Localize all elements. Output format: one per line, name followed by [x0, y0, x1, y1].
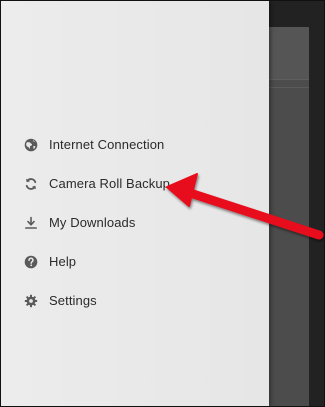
menu-item-label: Settings [49, 293, 97, 308]
screen-frame: Internet Connection Camera Roll Backup M… [0, 0, 325, 407]
drawer-menu: Internet Connection Camera Roll Backup M… [1, 125, 269, 320]
sync-icon [24, 177, 38, 191]
background-toolbar [269, 27, 309, 80]
menu-item-settings[interactable]: Settings [1, 281, 269, 320]
menu-item-label: Help [49, 254, 77, 269]
menu-item-help[interactable]: Help [1, 242, 269, 281]
globe-icon [24, 138, 38, 152]
help-icon [24, 255, 38, 269]
background-divider [269, 87, 309, 88]
navigation-drawer: Internet Connection Camera Roll Backup M… [1, 1, 269, 406]
background-content-panel [269, 27, 309, 406]
menu-item-label: Camera Roll Backup [49, 176, 171, 191]
menu-item-label: Internet Connection [49, 137, 165, 152]
menu-item-internet-connection[interactable]: Internet Connection [1, 125, 269, 164]
menu-item-camera-roll-backup[interactable]: Camera Roll Backup [1, 164, 269, 203]
gear-icon [24, 294, 38, 308]
download-icon [24, 216, 38, 230]
menu-item-label: My Downloads [49, 215, 136, 230]
menu-item-my-downloads[interactable]: My Downloads [1, 203, 269, 242]
